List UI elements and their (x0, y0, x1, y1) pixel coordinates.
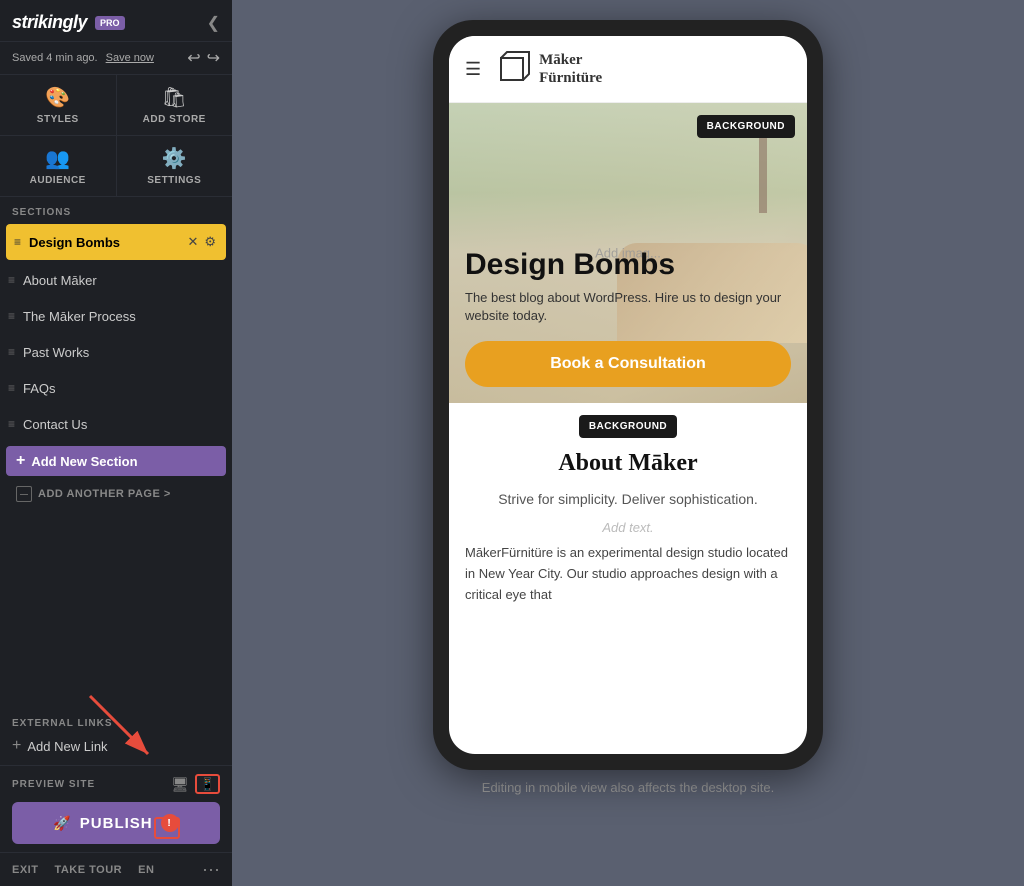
language-button[interactable]: EN (138, 864, 154, 876)
save-now-link[interactable]: Save now (106, 52, 154, 64)
section-name: Design Bombs (29, 235, 187, 250)
settings-label: SETTINGS (147, 175, 201, 186)
hamburger-menu-icon[interactable]: ☰ (465, 59, 481, 80)
bottom-nav: EXIT TAKE TOUR EN ··· (0, 852, 232, 886)
hero-section[interactable]: BACKGROUND Add imag... Design Bombs The … (449, 103, 807, 403)
store-icon: 🛍 (162, 85, 187, 110)
mobile-preview-icon[interactable]: 📱 (195, 774, 220, 794)
section-item-design-bombs[interactable]: ≡ Design Bombs ✕ ⚙ (6, 224, 226, 260)
add-text-placeholder[interactable]: Add text. (465, 520, 791, 535)
section-item-past-works[interactable]: ≡ Past Works (0, 334, 232, 370)
section-name: About Māker (23, 273, 222, 288)
publish-label: PUBLISH (80, 815, 153, 832)
plus-icon: + (16, 452, 25, 470)
add-link-plus-icon: + (12, 737, 21, 755)
about-title[interactable]: About Māker (465, 450, 791, 477)
undo-icon[interactable]: ↩ (187, 48, 200, 68)
hero-title[interactable]: Design Bombs (465, 248, 791, 281)
add-section-label: Add New Section (31, 454, 137, 469)
brand-icon (493, 50, 531, 88)
hero-background-button[interactable]: BACKGROUND (697, 115, 795, 138)
add-another-page-label: ADD ANOTHER PAGE > (38, 488, 171, 500)
save-status: Saved 4 min ago. (12, 52, 98, 64)
drag-handle: ≡ (8, 273, 15, 287)
hero-content: Design Bombs The best blog about WordPre… (449, 232, 807, 403)
rocket-icon: 🚀 (53, 815, 71, 832)
add-new-section-button[interactable]: + Add New Section (6, 446, 226, 476)
drag-handle: ≡ (8, 381, 15, 395)
sections-label: SECTIONS (0, 197, 232, 222)
brand-line1: Māker (539, 51, 602, 69)
main-content: ☰ Māker Fürnitüre (232, 0, 1024, 886)
section-close-icon[interactable]: ✕ (187, 234, 198, 250)
more-options-icon[interactable]: ··· (202, 859, 220, 880)
section-name: Contact Us (23, 417, 222, 432)
external-links-label: EXTERNAL LINKS (12, 718, 220, 729)
hero-subtitle[interactable]: The best blog about WordPress. Hire us t… (465, 289, 791, 325)
external-links-section: EXTERNAL LINKS + Add New Link (0, 712, 232, 765)
logo-area: strikingly PRO (12, 12, 125, 33)
styles-icon: 🎨 (45, 85, 70, 110)
add-another-page-button[interactable]: ADD ANOTHER PAGE > (6, 480, 226, 508)
section-settings-icon[interactable]: ⚙ (204, 234, 216, 250)
tool-grid: 🎨 STYLES 🛍 ADD STORE 👥 AUDIENCE ⚙️ SETTI… (0, 74, 232, 197)
sidebar-header: strikingly PRO ❮ (0, 0, 232, 42)
preview-icons: 🖥 📱 (171, 774, 220, 794)
styles-label: STYLES (37, 114, 79, 125)
publish-button[interactable]: 🚀 PUBLISH ! (12, 802, 220, 844)
section-list: ≡ Design Bombs ✕ ⚙ ≡ About Māker ≡ The M… (0, 222, 232, 712)
save-row: Saved 4 min ago. Save now ↩ ↪ (0, 42, 232, 74)
audience-label: AUDIENCE (30, 175, 86, 186)
about-section[interactable]: BACKGROUND About Māker Strive for simpli… (449, 415, 807, 621)
take-tour-button[interactable]: TAKE TOUR (54, 864, 122, 876)
redo-icon[interactable]: ↪ (207, 48, 220, 68)
drag-handle: ≡ (8, 345, 15, 359)
section-item-maker-process[interactable]: ≡ The Māker Process (0, 298, 232, 334)
add-store-label: ADD STORE (143, 114, 206, 125)
settings-icon: ⚙️ (162, 146, 187, 171)
add-new-link-button[interactable]: + Add New Link (12, 733, 220, 759)
add-store-tool[interactable]: 🛍 ADD STORE (117, 75, 233, 135)
styles-tool[interactable]: 🎨 STYLES (0, 75, 116, 135)
pro-badge: PRO (95, 16, 125, 30)
brand-logo: Māker Fürnitüre (493, 50, 602, 88)
section-item-faqs[interactable]: ≡ FAQs (0, 370, 232, 406)
add-link-label: Add New Link (27, 739, 107, 754)
warning-icon: ! (161, 814, 179, 832)
audience-icon: 👥 (45, 146, 70, 171)
logo-text: strikingly (12, 12, 87, 33)
lamp-decoration (759, 133, 767, 213)
page-icon (16, 486, 32, 502)
audience-tool[interactable]: 👥 AUDIENCE (0, 136, 116, 196)
settings-tool[interactable]: ⚙️ SETTINGS (117, 136, 233, 196)
drag-handle: ≡ (8, 309, 15, 323)
sidebar: strikingly PRO ❮ Saved 4 min ago. Save n… (0, 0, 232, 886)
brand-name: Māker Fürnitüre (539, 51, 602, 87)
about-background-button[interactable]: BACKGROUND (579, 415, 677, 438)
phone-mockup: ☰ Māker Fürnitüre (433, 20, 823, 770)
phone-navbar: ☰ Māker Fürnitüre (449, 36, 807, 103)
brand-line2: Fürnitüre (539, 69, 602, 87)
undo-redo-controls: ↩ ↪ (187, 48, 220, 68)
about-body[interactable]: MākerFürnitüre is an experimental design… (465, 543, 791, 605)
drag-handle: ≡ (8, 417, 15, 431)
phone-screen: ☰ Māker Fürnitüre (449, 36, 807, 754)
about-tagline[interactable]: Strive for simplicity. Deliver sophistic… (465, 489, 791, 510)
section-name: The Māker Process (23, 309, 222, 324)
preview-row: PREVIEW SITE 🖥 📱 (12, 774, 220, 794)
section-item-about-maker[interactable]: ≡ About Māker (0, 262, 232, 298)
preview-label: PREVIEW SITE (12, 779, 163, 790)
desktop-preview-icon[interactable]: 🖥 (171, 776, 189, 793)
section-name: FAQs (23, 381, 222, 396)
section-item-contact-us[interactable]: ≡ Contact Us (0, 406, 232, 442)
exit-button[interactable]: EXIT (12, 864, 38, 876)
drag-handle: ≡ (14, 235, 21, 249)
cta-button[interactable]: Book a Consultation (465, 341, 791, 387)
sidebar-bottom: PREVIEW SITE 🖥 📱 🚀 PUBLISH ! (0, 765, 232, 852)
section-actions: ✕ ⚙ (187, 234, 216, 250)
mobile-editing-note: Editing in mobile view also affects the … (482, 780, 774, 795)
section-name: Past Works (23, 345, 222, 360)
collapse-icon[interactable]: ❮ (207, 13, 220, 33)
